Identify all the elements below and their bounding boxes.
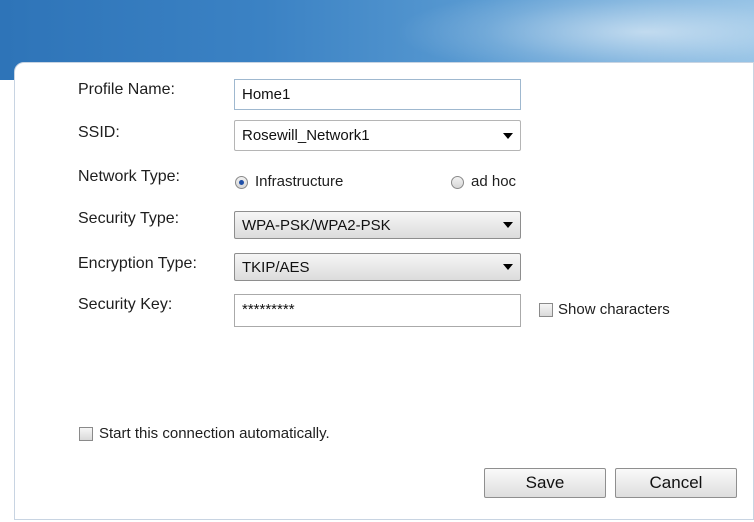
chevron-down-icon xyxy=(503,132,513,139)
security-key-value: ********* xyxy=(242,301,295,318)
show-characters-checkbox[interactable] xyxy=(539,303,553,317)
show-characters-label: Show characters xyxy=(558,301,670,318)
infrastructure-radio-label: Infrastructure xyxy=(255,173,344,190)
cancel-button[interactable]: Cancel xyxy=(615,468,737,498)
profile-name-value: Home1 xyxy=(242,86,291,103)
profile-name-label: Profile Name: xyxy=(78,81,175,98)
ssid-label: SSID: xyxy=(78,124,120,141)
adhoc-radio-label: ad hoc xyxy=(471,173,517,190)
security-type-label: Security Type: xyxy=(78,210,180,227)
network-type-label: Network Type: xyxy=(78,168,180,185)
chevron-down-icon xyxy=(503,264,513,270)
adhoc-radio[interactable] xyxy=(451,176,464,189)
security-key-input[interactable]: ********* xyxy=(234,294,521,327)
auto-start-label: Start this connection automatically. xyxy=(99,425,330,442)
ssid-dropdown[interactable]: Rosewill_Network1 xyxy=(234,120,521,151)
infrastructure-radio[interactable] xyxy=(235,176,248,189)
ssid-selected-value: Rosewill_Network1 xyxy=(242,127,370,144)
security-key-label: Security Key: xyxy=(78,296,173,313)
auto-start-checkbox[interactable] xyxy=(79,427,93,441)
profile-name-input[interactable]: Home1 xyxy=(234,79,521,110)
save-button[interactable]: Save xyxy=(484,468,606,498)
encryption-type-label: Encryption Type: xyxy=(78,255,197,272)
encryption-type-selected-value: TKIP/AES xyxy=(242,258,310,276)
chevron-down-icon xyxy=(503,222,513,228)
security-type-dropdown[interactable]: WPA-PSK/WPA2-PSK xyxy=(234,211,521,239)
security-type-selected-value: WPA-PSK/WPA2-PSK xyxy=(242,216,391,234)
encryption-type-dropdown[interactable]: TKIP/AES xyxy=(234,253,521,281)
